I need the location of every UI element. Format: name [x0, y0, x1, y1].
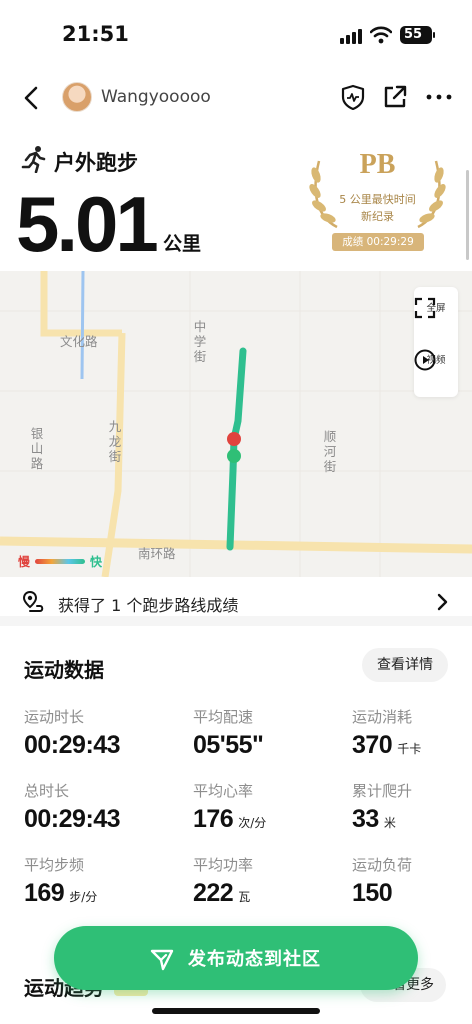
pb-line-2: 新纪录 [361, 210, 394, 223]
map-canvas[interactable] [0, 271, 472, 577]
route-achievement-banner[interactable]: 获得了 1 个跑步路线成绩 [0, 578, 472, 626]
stats-card: 运动数据 查看详情 运动时长 00:29:43 平均配速 05'55" 运动消耗… [0, 636, 472, 936]
metric-elevation-gain: 累计爬升 33 米 [352, 780, 472, 834]
metric-unit: 步/分 [69, 890, 98, 904]
activity-header: 户外跑步 5.01 公里 PB 5 公里最快时间 新纪录 成绩 00:29:29 [0, 135, 472, 270]
metric-label: 运动消耗 [352, 708, 413, 726]
video-button[interactable]: 视频 [414, 349, 458, 371]
metric-avg-power: 平均功率 222 瓦 [193, 854, 343, 908]
status-time: 21:51 [62, 22, 129, 46]
metric-value: 370 [352, 731, 393, 759]
metric-label: 累计爬升 [352, 782, 413, 800]
river [80, 271, 85, 380]
metric-label: 平均步频 [24, 856, 85, 874]
speed-legend: 慢 快 [18, 553, 108, 571]
pb-description: 5 公里最快时间 新纪录 [305, 191, 450, 225]
metric-value: 222 [193, 879, 234, 907]
publish-label: 发布动态到社区 [188, 949, 321, 970]
send-icon [150, 949, 174, 971]
more-icon[interactable] [424, 84, 454, 110]
metric-value: 176 [193, 805, 234, 833]
metric-label: 平均心率 [193, 782, 254, 800]
speed-fast-label: 快 [90, 555, 103, 569]
metric-avg-cadence: 平均步频 169 步/分 [24, 854, 174, 908]
pb-result: 成绩 00:29:29 [332, 233, 424, 251]
route-start-marker [227, 432, 241, 446]
route-line [226, 347, 247, 551]
battery-level: 55 [404, 27, 423, 42]
metric-unit: 次/分 [238, 816, 267, 830]
pb-title: PB [359, 149, 396, 180]
avatar[interactable] [62, 82, 92, 112]
running-icon [21, 146, 46, 173]
distance-unit: 公里 [163, 233, 202, 255]
metric-duration: 运动时长 00:29:43 [24, 706, 174, 760]
metric-value: 00:29:43 [24, 805, 121, 833]
metric-value: 33 [352, 805, 379, 833]
route-end-marker [227, 449, 241, 463]
back-icon[interactable] [18, 84, 46, 112]
road-label-shunhe: 顺河街 [323, 429, 337, 474]
metric-value: 169 [24, 879, 65, 907]
metric-label: 运动时长 [24, 708, 85, 726]
navbar: Wangyooooo [0, 72, 472, 124]
speed-gradient-bar [35, 559, 85, 564]
share-icon[interactable] [382, 84, 408, 110]
metric-unit: 瓦 [238, 890, 251, 904]
map-tools: 全屏 视频 [414, 287, 458, 397]
scroll-indicator[interactable] [466, 170, 469, 260]
activity-type: 户外跑步 [54, 151, 138, 175]
road-label-wenhua: 文化路 [60, 334, 98, 349]
road-label-nanhuan: 南环路 [138, 546, 176, 561]
username[interactable]: Wangyooooo [101, 87, 211, 107]
metric-label: 总时长 [24, 782, 70, 800]
fullscreen-button[interactable]: 全屏 [414, 297, 458, 319]
publish-to-community-button[interactable]: 发布动态到社区 [54, 926, 418, 990]
metric-total-time: 总时长 00:29:43 [24, 780, 174, 834]
metric-unit: 米 [383, 816, 396, 830]
stats-title: 运动数据 [24, 658, 104, 682]
speed-slow-label: 慢 [18, 555, 31, 569]
shield-icon[interactable] [340, 84, 366, 110]
road-label-jiulong: 九龙街 [108, 419, 122, 464]
battery-icon: 55 [400, 26, 435, 44]
chevron-right-icon [437, 593, 448, 611]
metric-label: 平均配速 [193, 708, 254, 726]
home-indicator[interactable] [152, 1008, 320, 1014]
metric-avg-pace: 平均配速 05'55" [193, 706, 343, 760]
metric-label: 平均功率 [193, 856, 254, 874]
route-achievement-text: 获得了 1 个跑步路线成绩 [58, 596, 239, 615]
metric-value: 05'55" [193, 731, 264, 759]
wifi-icon [370, 26, 392, 44]
signal-icon [340, 28, 362, 44]
pb-line-1: 5 公里最快时间 [339, 193, 416, 206]
metric-label: 运动负荷 [352, 856, 413, 874]
play-icon [414, 349, 436, 371]
pb-badge[interactable]: PB 5 公里最快时间 新纪录 成绩 00:29:29 [305, 145, 450, 255]
road-label-yinshan: 银山路 [30, 426, 44, 471]
metric-value: 00:29:43 [24, 731, 121, 759]
view-details-button[interactable]: 查看详情 [362, 648, 448, 682]
route-pin-icon [22, 590, 44, 612]
route-map[interactable]: 文化路 中学街 银山路 九龙街 顺河街 南环路 全屏 视频 慢 快 [0, 271, 472, 577]
road-nanhuan [0, 536, 472, 554]
metric-value: 150 [352, 879, 393, 907]
status-bar: 21:51 55 [0, 0, 472, 70]
metric-avg-heart-rate: 平均心率 176 次/分 [193, 780, 343, 834]
road-label-zhongxue: 中学街 [193, 319, 207, 364]
metric-training-load: 运动负荷 150 [352, 854, 472, 908]
metric-calories: 运动消耗 370 千卡 [352, 706, 472, 760]
metric-unit: 千卡 [397, 742, 422, 756]
fullscreen-icon [414, 297, 436, 319]
distance-value: 5.01 [16, 180, 159, 268]
